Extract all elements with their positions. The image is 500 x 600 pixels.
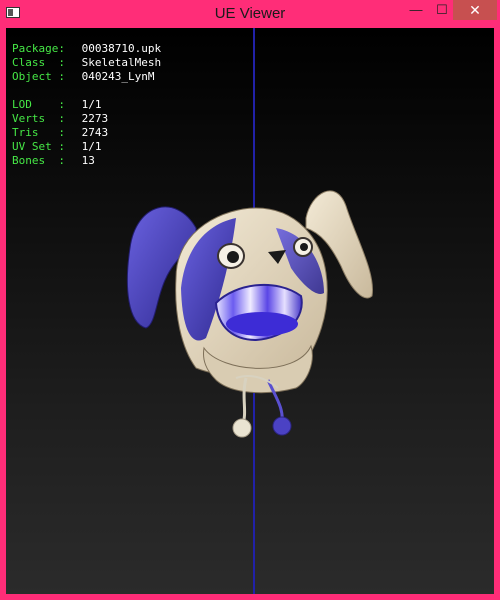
info-label: Verts : xyxy=(12,112,65,125)
info-value: 1/1 xyxy=(81,140,102,153)
info-label: Bones : xyxy=(12,154,65,167)
info-value: 00038710.upk xyxy=(81,42,162,55)
3d-viewport[interactable]: Package: 00038710.upk Class : SkeletalMe… xyxy=(6,28,494,594)
info-object: Object : 040243_LynM xyxy=(12,70,161,84)
info-value: SkeletalMesh xyxy=(81,56,162,69)
info-value: 13 xyxy=(81,154,95,167)
info-label: UV Set : xyxy=(12,140,65,153)
info-package: Package: 00038710.upk xyxy=(12,42,161,56)
title-bar[interactable]: UE Viewer — ☐ ✕ xyxy=(0,0,500,27)
close-icon[interactable]: ✕ xyxy=(453,0,497,20)
info-tris: Tris : 2743 xyxy=(12,126,161,140)
info-label: LOD : xyxy=(12,98,65,111)
info-label: Tris : xyxy=(12,126,65,139)
info-uvset: UV Set : 1/1 xyxy=(12,140,161,154)
mesh-info-panel: Package: 00038710.upk Class : SkeletalMe… xyxy=(12,42,161,168)
app-window: UE Viewer — ☐ ✕ Package: 00038710.upk Cl… xyxy=(0,0,500,600)
minimize-icon[interactable]: — xyxy=(402,0,430,20)
info-lod: LOD : 1/1 xyxy=(12,98,161,112)
info-bones: Bones : 13 xyxy=(12,154,161,168)
info-verts: Verts : 2273 xyxy=(12,112,161,126)
info-value: 1/1 xyxy=(81,98,102,111)
info-label: Object : xyxy=(12,70,65,83)
info-value: 2273 xyxy=(81,112,109,125)
maximize-icon[interactable]: ☐ xyxy=(428,0,456,20)
info-label: Class : xyxy=(12,56,65,69)
info-class: Class : SkeletalMesh xyxy=(12,56,161,70)
info-value: 040243_LynM xyxy=(81,70,155,83)
info-value: 2743 xyxy=(81,126,109,139)
info-label: Package: xyxy=(12,42,65,55)
